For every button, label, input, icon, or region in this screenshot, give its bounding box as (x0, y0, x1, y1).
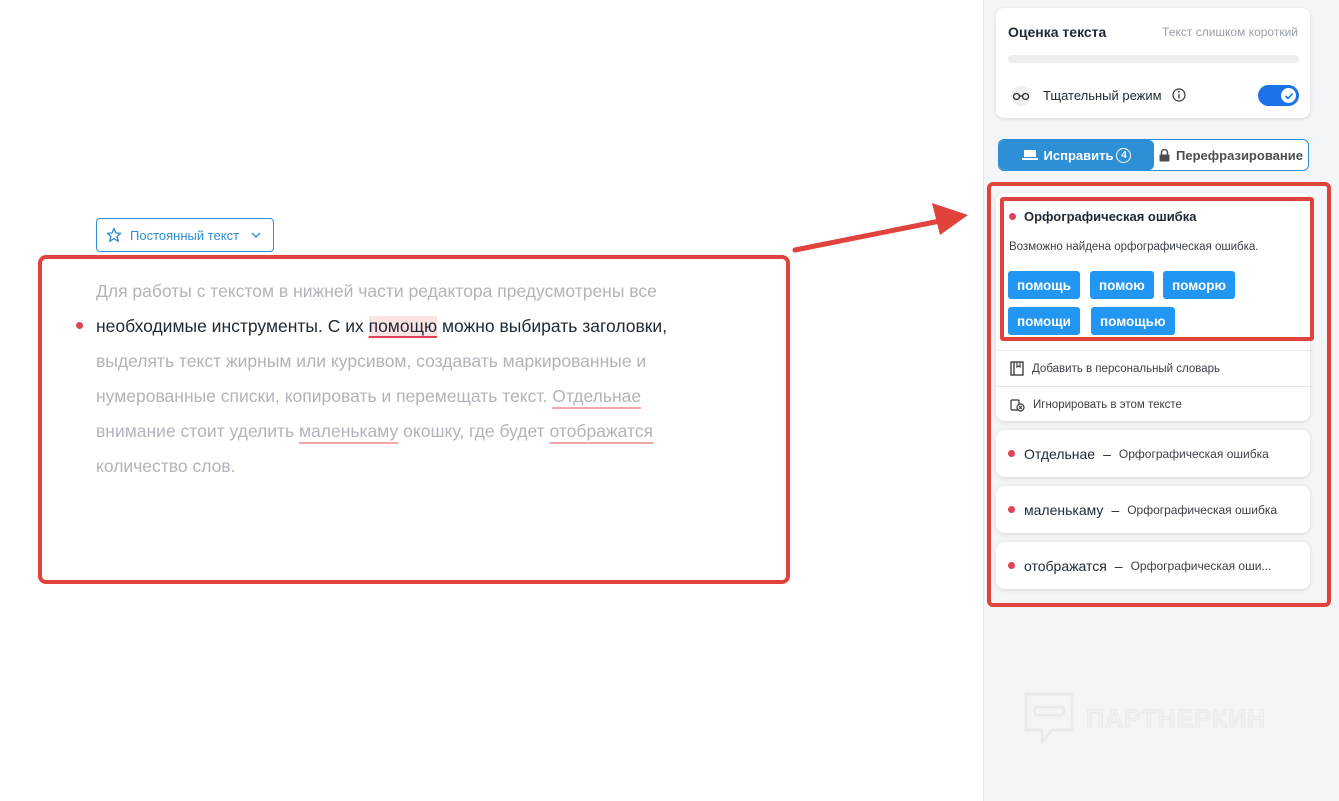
suggestion-button[interactable]: помою (1090, 271, 1154, 299)
score-card: Оценка текста Текст слишком короткий Тща… (996, 8, 1310, 118)
editor-line: нумерованные списки, копировать и переме… (96, 379, 736, 414)
tab-fix[interactable]: Исправить 4 (999, 140, 1154, 170)
chevron-down-icon (251, 232, 261, 239)
add-to-dictionary-button[interactable]: Добавить в персональный словарь (1010, 361, 1220, 376)
star-icon (106, 227, 122, 242)
editor-line: внимание стоит уделить маленькаму окошку… (96, 414, 736, 449)
suggestion-button[interactable]: помощь (1008, 271, 1080, 299)
book-icon (1010, 361, 1024, 376)
score-title: Оценка текста (1008, 24, 1107, 40)
issue-type: Орфографическая оши... (1130, 558, 1272, 573)
editor-line: Для работы с текстом в нижней части реда… (96, 274, 736, 309)
issue-card[interactable]: маленькаму – Орфографическая ошибка (996, 486, 1310, 533)
issue-type: Орфографическая ошибка (1127, 502, 1278, 517)
tone-selector-button[interactable]: Постоянный текст (96, 218, 274, 252)
issue-card[interactable]: Отдельнае – Орфографическая ошибка (996, 430, 1310, 477)
error-dot (1008, 450, 1015, 457)
error-dot (1008, 506, 1015, 513)
active-issue-title: Орфографическая ошибка (1024, 209, 1197, 224)
tab-rephrase[interactable]: Перефразирование (1154, 140, 1308, 170)
issue-word: маленькаму (1024, 501, 1104, 518)
tab-fix-label: Исправить (1043, 147, 1114, 163)
suggestion-button[interactable]: поморю (1163, 271, 1236, 299)
glasses-icon (1011, 86, 1031, 106)
app-root: Постоянный текст Для работы с текстом в … (0, 0, 1339, 801)
annotation-arrow-icon (792, 203, 968, 253)
ignore-button[interactable]: Игнорировать в этом тексте (1010, 397, 1182, 412)
watermark-text: ПАРТНЕРКИН (1085, 704, 1267, 733)
ignore-label: Игнорировать в этом тексте (1033, 398, 1182, 411)
text-segment: можно выбирать заголовки, (437, 316, 668, 336)
thorough-mode-label: Тщательный режим (1043, 88, 1162, 103)
active-issue-description: Возможно найдена орфографическая ошибка. (1009, 241, 1259, 253)
active-sentence-marker (76, 322, 83, 329)
suggestion-button[interactable]: помощи (1008, 307, 1080, 335)
tab-fix-count-badge: 4 (1116, 147, 1132, 163)
divider (996, 386, 1310, 387)
info-icon[interactable] (1172, 88, 1186, 102)
score-status: Текст слишком короткий (1162, 25, 1298, 39)
spelling-error[interactable]: отображатся (550, 421, 654, 441)
ignore-icon (1010, 399, 1025, 412)
text-segment: внимание стоит уделить (96, 421, 300, 441)
score-progress-bar (1008, 55, 1299, 63)
laptop-icon (1021, 150, 1038, 160)
partnerkin-logo-icon (1024, 692, 1074, 744)
text-segment: выделять текст жирным или курсивом, созд… (96, 351, 647, 371)
mode-tabs: Исправить 4 Перефразирование (998, 139, 1309, 171)
tab-rephrase-label: Перефразирование (1176, 147, 1303, 163)
issue-separator: – (1114, 557, 1123, 574)
text-segment: необходимые инструменты. С их (96, 316, 369, 336)
text-segment: Для работы с текстом в нижней части реда… (96, 281, 657, 301)
issue-separator: – (1111, 501, 1120, 518)
lock-icon (1159, 148, 1170, 161)
spelling-error[interactable]: Отдельнае (552, 386, 641, 406)
text-segment: нумерованные списки, копировать и переме… (96, 386, 553, 406)
watermark: ПАРТНЕРКИН (1022, 690, 1266, 748)
issue-word: отображатся (1024, 557, 1107, 574)
check-icon (1284, 92, 1293, 100)
text-segment: количество слов. (96, 456, 236, 476)
editor-line: выделять текст жирным или курсивом, созд… (96, 344, 736, 379)
suggestion-button[interactable]: помощью (1091, 307, 1175, 335)
editor-text-area[interactable]: Для работы с текстом в нижней части реда… (96, 274, 736, 484)
add-to-dictionary-label: Добавить в персональный словарь (1032, 362, 1221, 375)
toggle-knob (1281, 88, 1296, 103)
tone-selector-label: Постоянный текст (130, 227, 240, 243)
thorough-mode-toggle[interactable] (1258, 85, 1299, 106)
editor-line: количество слов. (96, 449, 736, 484)
issue-card[interactable]: отображатся – Орфографическая оши... (996, 542, 1310, 589)
issue-separator: – (1103, 445, 1111, 462)
error-dot (1008, 562, 1015, 569)
issue-type: Орфографическая ошибка (1118, 446, 1269, 461)
error-dot (1009, 213, 1016, 220)
editor-line-active: необходимые инструменты. С их помощю мож… (96, 309, 736, 344)
issue-word: Отдельнае (1024, 445, 1096, 462)
spelling-error-active[interactable]: помощю (368, 316, 438, 336)
divider (996, 350, 1310, 351)
spelling-error[interactable]: маленькаму (299, 421, 398, 441)
text-segment: окошку, где будет (398, 421, 550, 441)
